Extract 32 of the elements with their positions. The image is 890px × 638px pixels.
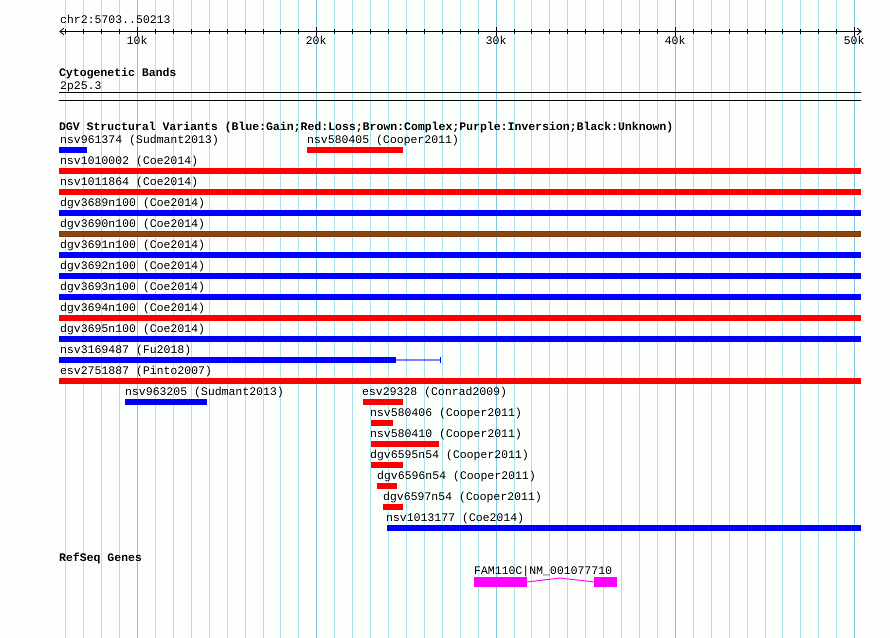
variant-label: esv2751887 (Pinto2007) [60,365,212,378]
tick-label: 40k [664,35,686,48]
track-title: DGV Structural Variants (Blue:Gain;Red:Loss;Brown:Complex;Purple:Inversion;Black:Unknown) [59,121,674,134]
variant-label: dgv3689n100 (Coe2014) [60,197,205,210]
gene-label: FAM110C|NM_001077710 [474,565,612,578]
variant-label: nsv961374 (Sudmant2013) [60,134,219,147]
track-title: RefSeq Genes [59,552,142,565]
variant-label: nsv580406 (Cooper2011) [370,407,522,420]
variant-label: nsv580410 (Cooper2011) [370,428,522,441]
variant-label: dgv3695n100 (Coe2014) [60,323,205,336]
variant-label: dgv3690n100 (Coe2014) [60,218,205,231]
variant-label: nsv1013177 (Coe2014) [386,512,524,525]
variant-label: nsv963205 (Sudmant2013) [125,386,284,399]
variant-label: dgv6596n54 (Cooper2011) [377,470,536,483]
location-label: chr2:5703..50213 [60,14,170,27]
variant-label: dgv3691n100 (Coe2014) [60,239,205,252]
variant-label: dgv3693n100 (Coe2014) [60,281,205,294]
variant-label: nsv1010002 (Coe2014) [60,155,198,168]
variant-label: dgv6595n54 (Cooper2011) [370,449,529,462]
tick-label: 20k [306,35,326,48]
variant-label: dgv3692n100 (Coe2014) [60,260,205,273]
variant-label: esv29328 (Conrad2009) [362,386,507,399]
tick-label: 50k [844,35,864,48]
band-label: 2p25.3 [60,80,102,93]
tick-label: 10k [126,35,148,48]
variant-label: nsv1011864 (Coe2014) [60,176,198,189]
variant-label: nsv3169487 (Fu2018) [60,344,192,357]
variant-label: dgv6597n54 (Cooper2011) [383,491,542,504]
tick-label: 30k [486,35,506,48]
variant-label: dgv3694n100 (Coe2014) [60,302,205,315]
track-title: Cytogenetic Bands [59,67,176,80]
variant-label: nsv580405 (Cooper2011) [307,134,459,147]
